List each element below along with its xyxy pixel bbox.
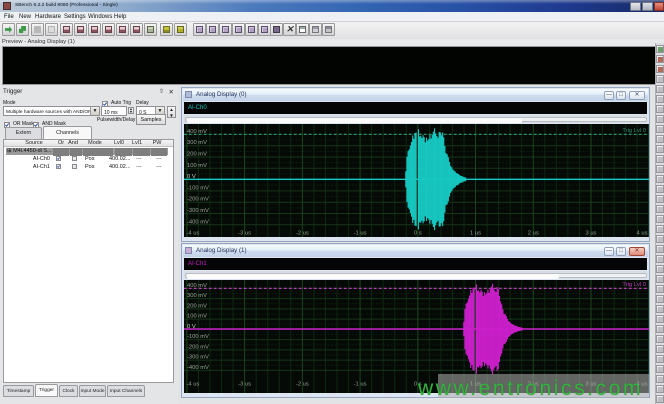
svg-text:-200 mV: -200 mV <box>187 344 209 350</box>
svg-text:-300 mV: -300 mV <box>187 355 209 361</box>
svg-text:-4 us: -4 us <box>187 382 200 388</box>
svg-text:400 mV: 400 mV <box>187 283 207 289</box>
svg-text:-3 us: -3 us <box>238 382 251 388</box>
svg-text:100 mV: 100 mV <box>187 163 207 169</box>
svg-text:-2 us: -2 us <box>296 231 309 237</box>
svg-text:-300 mV: -300 mV <box>187 208 209 214</box>
svg-text:-400 mV: -400 mV <box>187 365 209 371</box>
svg-text:100 mV: 100 mV <box>187 314 207 320</box>
svg-text:Trig Lvl 0: Trig Lvl 0 <box>622 282 646 288</box>
svg-text:-1 us: -1 us <box>354 231 367 237</box>
svg-text:2 us: 2 us <box>528 231 539 237</box>
svg-text:Trig Lvl 0: Trig Lvl 0 <box>622 128 646 134</box>
svg-text:300 mV: 300 mV <box>187 140 207 146</box>
svg-text:0 V: 0 V <box>187 174 196 180</box>
svg-text:-3 us: -3 us <box>238 231 251 237</box>
svg-text:-400 mV: -400 mV <box>187 219 209 225</box>
svg-text:400 mV: 400 mV <box>187 129 207 135</box>
svg-text:-100 mV: -100 mV <box>187 185 209 191</box>
svg-text:-1 us: -1 us <box>354 382 367 388</box>
svg-text:4 us: 4 us <box>637 231 648 237</box>
svg-text:0 V: 0 V <box>187 324 196 330</box>
svg-text:-100 mV: -100 mV <box>187 334 209 340</box>
svg-text:200 mV: 200 mV <box>187 303 207 309</box>
svg-text:3 us: 3 us <box>585 231 596 237</box>
svg-text:300 mV: 300 mV <box>187 293 207 299</box>
svg-text:-4 us: -4 us <box>187 231 200 237</box>
svg-text:1 us: 1 us <box>470 231 481 237</box>
svg-text:0 s: 0 s <box>414 231 422 237</box>
svg-text:-2 us: -2 us <box>296 382 309 388</box>
svg-text:-200 mV: -200 mV <box>187 197 209 203</box>
svg-text:200 mV: 200 mV <box>187 152 207 158</box>
